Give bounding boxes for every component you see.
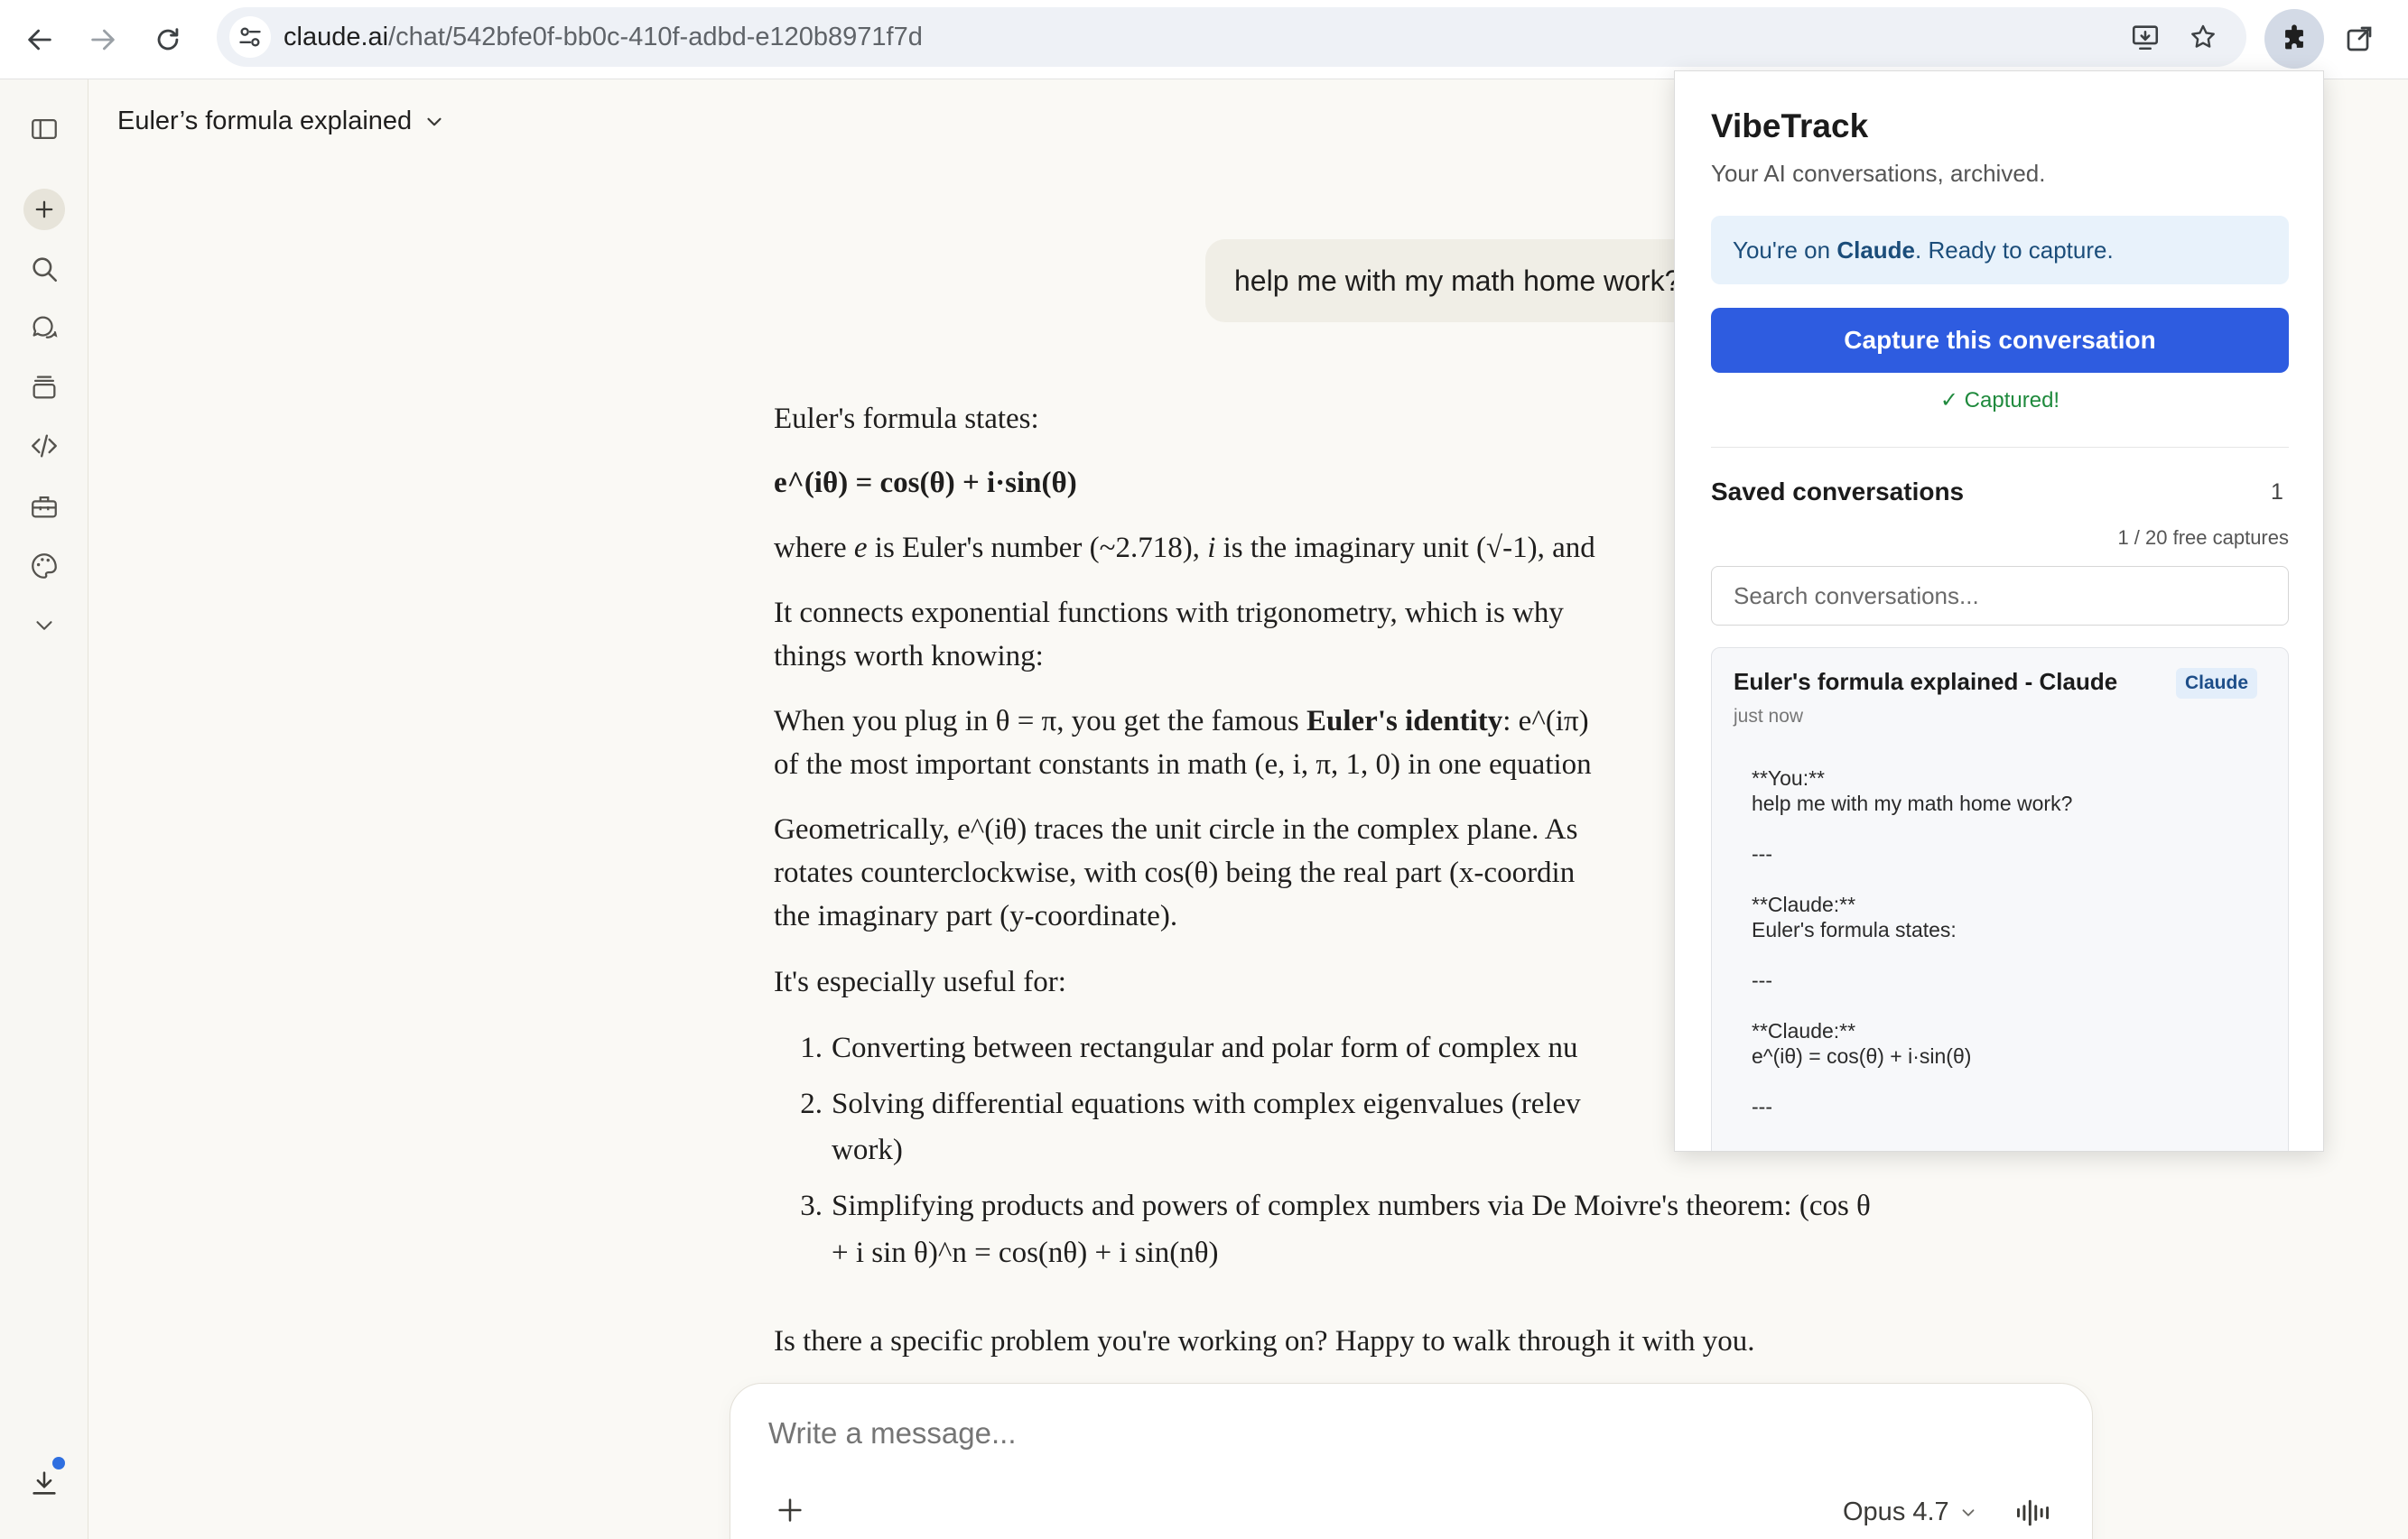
text-span: : e^(iπ) [1502,705,1589,737]
search-button[interactable] [22,246,67,292]
chevron-down-icon [36,621,52,630]
url-text[interactable]: claude.ai/chat/542bfe0f-bb0c-410f-adbd-e… [284,7,923,67]
list-text: Simplifying products and powers of compl… [832,1190,1871,1222]
list-number: 2. [800,1088,823,1120]
reload-button[interactable] [143,14,193,65]
arrow-right-icon [91,29,115,51]
saved-conversation-card[interactable]: Euler's formula explained - Claude Claud… [1711,647,2289,1151]
source-badge: Claude [2176,668,2258,699]
chevron-down-icon [427,117,442,125]
chat-title-button[interactable]: Euler’s formula explained [117,107,446,136]
capture-button[interactable]: Capture this conversation [1711,308,2289,373]
puzzle-icon [2285,24,2303,50]
arrow-left-icon [28,29,51,51]
attach-button[interactable] [772,1492,808,1528]
text-span: e [853,532,868,564]
text-span: where [774,532,854,564]
text-span: is Euler's number (~2.718), [867,532,1208,564]
url-path: /chat/542bfe0f-bb0c-410f-adbd-e120b8971f… [388,23,923,51]
extension-pinned-button[interactable] [2329,9,2389,69]
card-title: Euler's formula explained - Claude [1734,668,2118,695]
vibetrack-popup: VibeTrack Your AI conversations, archive… [1674,70,2324,1152]
list-number: 3. [800,1190,823,1222]
star-icon [2191,24,2215,48]
status-banner: You're on Claude. Ready to capture. [1711,216,2289,284]
archive-stack-icon [33,375,56,399]
message-input[interactable] [768,1416,1942,1451]
card-preview: **You:** help me with my math home work?… [1752,766,2073,1118]
notification-dot [52,1457,65,1469]
plus-icon [778,1498,802,1522]
palette-icon [32,553,57,579]
model-selector[interactable]: Opus 4.7 [1843,1497,1978,1527]
list-text: + i sin θ)^n = cos(nθ) + i sin(nθ) [832,1237,1219,1269]
reload-icon [157,28,179,51]
customize-button[interactable] [22,543,67,589]
text-span: When you plug in θ = π, you get the famo… [774,705,1306,737]
sidebar-icon [32,118,57,140]
list-number: 1. [800,1032,823,1064]
install-app-button[interactable] [2124,15,2167,59]
artifacts-button[interactable] [22,423,67,468]
popup-title: VibeTrack [1711,107,1869,144]
claude-sidebar-rail [0,79,88,1539]
chat-title: Euler’s formula explained [117,107,413,135]
divider [1711,447,2289,448]
toggle-sidebar-button[interactable] [22,107,67,152]
site-info-button[interactable] [229,16,271,58]
bookmark-button[interactable] [2181,15,2225,59]
search-icon [33,257,58,283]
install-icon [2132,25,2159,51]
audio-waveform-icon [2017,1499,2050,1526]
extensions-button[interactable] [2264,9,2324,69]
model-name: Opus 4.7 [1843,1497,1949,1526]
plus-icon [35,200,53,218]
new-chat-button[interactable] [23,189,65,230]
popup-subtitle: Your AI conversations, archived. [1711,160,2046,187]
browser-toolbar: claude.ai/chat/542bfe0f-bb0c-410f-adbd-e… [0,0,2408,79]
code-icon [32,434,57,458]
forward-button[interactable] [78,14,128,65]
voice-mode-button[interactable] [2011,1490,2056,1535]
text-span: i [1207,532,1216,564]
search-conversations-input[interactable] [1711,566,2289,626]
address-bar[interactable]: claude.ai/chat/542bfe0f-bb0c-410f-adbd-e… [217,7,2246,67]
text-span: is the imaginary unit (√-1), and [1215,532,1595,564]
answer-closing: Is there a specific problem you're worki… [774,1325,1755,1358]
tune-icon [239,27,261,47]
card-timestamp: just now [1734,706,1804,727]
url-host: claude.ai [284,23,389,51]
toolbox-icon [32,496,57,518]
chats-button[interactable] [22,305,67,350]
free-captures: 1 / 20 free captures [2117,526,2289,549]
tools-button[interactable] [22,484,67,529]
status-site: Claude [1836,236,1916,264]
more-button[interactable] [22,603,67,648]
chevron-down-icon [1962,1508,1975,1516]
back-button[interactable] [14,14,65,65]
text-span: Euler's identity [1306,705,1503,737]
status-text: . Ready to capture. [1915,236,2114,264]
projects-button[interactable] [22,365,67,410]
captured-message: ✓ Captured! [1939,388,2060,413]
download-icon [33,1471,56,1495]
chat-bubbles-icon [33,316,58,338]
status-text: You're on [1733,236,1837,264]
message-composer: Opus 4.7 [730,1383,2093,1539]
saved-count: 1 [2271,479,2283,505]
open-in-new-icon [2347,26,2372,51]
saved-heading: Saved conversations [1711,477,1965,505]
